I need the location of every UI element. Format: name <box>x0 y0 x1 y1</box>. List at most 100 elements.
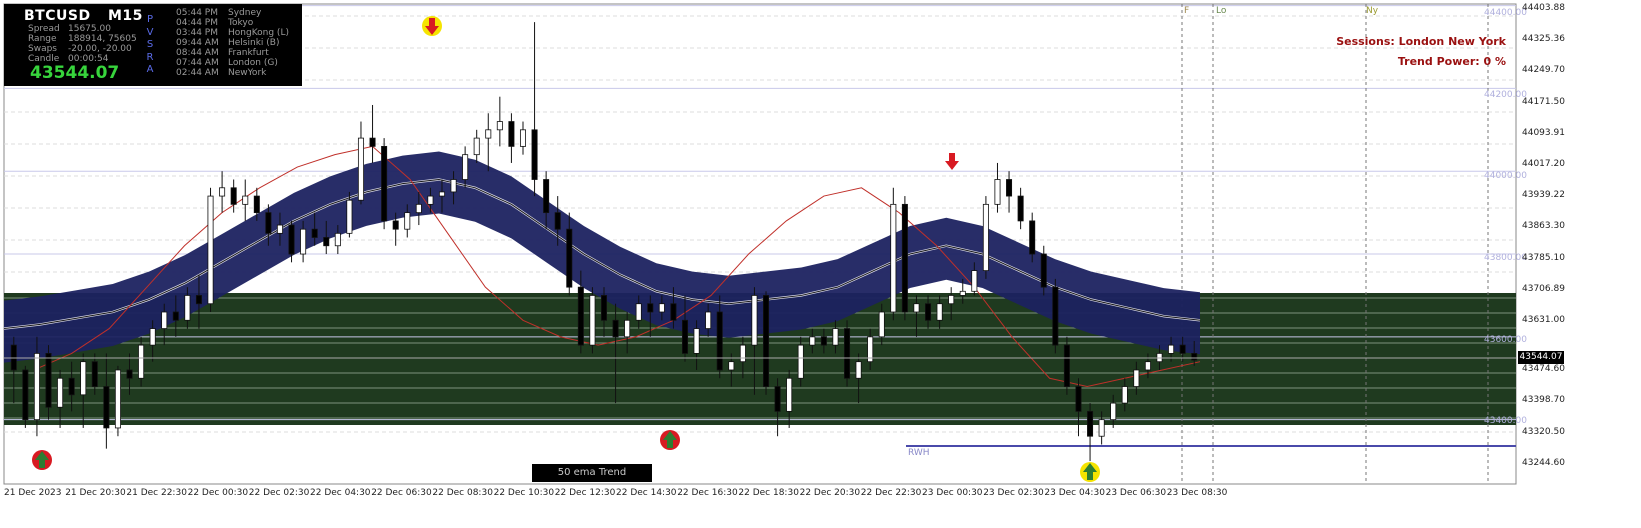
candle-body <box>138 344 145 379</box>
spec-row: Range 188914, 75605 <box>28 34 137 44</box>
symbol-name: BTCUSD <box>24 8 91 24</box>
candle-body <box>1017 195 1024 222</box>
info-panel: BTCUSD M15 Spread 15675.00 Range 188914, 7… <box>4 4 302 86</box>
session-name: Sydney <box>228 8 262 18</box>
session-time: 07:44 AM <box>176 58 219 68</box>
time-axis-label: 22 Dec 22:30 <box>860 488 922 498</box>
candle-body <box>207 195 214 305</box>
time-axis-label: 22 Dec 18:30 <box>738 488 799 498</box>
sessions-status-text: Sessions: London New York <box>1336 35 1506 48</box>
spec-value: 188914, 75605 <box>68 34 137 44</box>
price-axis-label: 43785.10 <box>1522 252 1565 263</box>
price-axis-label: 43863.30 <box>1522 221 1565 232</box>
time-axis-label: 22 Dec 14:30 <box>616 488 677 498</box>
candle-body <box>496 121 503 131</box>
level-label: 43800.00 <box>1484 253 1527 263</box>
level-label: 44400.00 <box>1484 8 1527 18</box>
big-price-readout: 43544.07 <box>30 63 120 83</box>
price-axis-label: 44403.88 <box>1522 3 1565 13</box>
candle-body <box>485 129 492 139</box>
candle-body <box>670 303 677 321</box>
trend-power-text: Trend Power: 0 % <box>1397 55 1506 68</box>
candle-body <box>22 369 29 421</box>
session-name: Frankfurt <box>228 48 269 58</box>
candle-body <box>57 377 64 408</box>
candle-body <box>844 328 851 379</box>
time-axis-label: 21 Dec 22:30 <box>126 488 187 498</box>
candle-body <box>276 224 283 234</box>
time-axis-label: 22 Dec 20:30 <box>799 488 861 498</box>
time-axis-label: 22 Dec 08:30 <box>432 488 493 498</box>
session-time: 04:44 PM <box>176 18 218 28</box>
session-name: Helsinki (B) <box>228 38 280 48</box>
session-name: HongKong (L) <box>228 28 289 38</box>
spec-value: 15675.00 <box>68 24 111 34</box>
candle-body <box>635 303 642 321</box>
session-row: 09:44 AM Helsinki (B) <box>176 38 279 48</box>
candle-body <box>936 303 943 321</box>
current-price-tag: 43544.07 <box>1518 351 1564 364</box>
candle-body <box>68 377 75 396</box>
time-axis-label: 22 Dec 02:30 <box>248 488 310 498</box>
pvsra-letter: P <box>146 14 154 25</box>
pvsra-letter: V <box>146 26 154 38</box>
candle-body <box>774 386 781 412</box>
candle-body <box>114 369 121 429</box>
candle-body <box>809 336 816 346</box>
time-axis-label: 23 Dec 04:30 <box>1044 488 1105 498</box>
candle-body <box>357 137 364 201</box>
candle-body <box>878 311 885 338</box>
candle-body <box>1098 419 1105 437</box>
session-time: 09:44 AM <box>176 38 219 48</box>
price-axis-label: 43398.70 <box>1522 395 1565 406</box>
candle-body <box>427 195 434 205</box>
price-axis-label: 44017.20 <box>1522 159 1565 169</box>
time-axis-label: 21 Dec 2023 <box>4 488 62 498</box>
pvsra-letter: A <box>146 64 154 75</box>
time-axis-label: 23 Dec 00:30 <box>922 488 983 498</box>
candle-body <box>184 295 191 321</box>
level-label: 44200.00 <box>1484 90 1527 100</box>
time-axis-label: 22 Dec 12:30 <box>554 488 616 498</box>
session-row: 04:44 PM Tokyo <box>176 18 253 28</box>
candle-body <box>1040 253 1047 288</box>
candle-body <box>45 353 52 408</box>
spec-row: Swaps -20.00, -20.00 <box>28 44 132 54</box>
candle-body <box>415 203 422 214</box>
session-time: 02:44 AM <box>176 68 219 78</box>
candle-body <box>971 270 978 292</box>
level-label: 44000.00 <box>1484 171 1527 181</box>
candle-body <box>230 187 237 205</box>
candle-body <box>948 295 955 305</box>
candle-body <box>473 137 480 156</box>
candle-body <box>149 328 156 346</box>
session-time: 03:44 PM <box>176 28 218 38</box>
candle-body <box>763 295 770 387</box>
session-row: 07:44 AM London (G) <box>176 58 278 68</box>
candle-body <box>1075 386 1082 412</box>
candle-body <box>91 361 98 387</box>
ema-trend-label[interactable]: 50 ema Trend <box>532 464 652 482</box>
level-label: 43600.00 <box>1484 335 1527 345</box>
candle-body <box>172 311 179 321</box>
candle-body <box>126 369 133 379</box>
spec-row: Spread 15675.00 <box>28 24 111 34</box>
chart-window[interactable]: BTCUSD M15 Spread 15675.00 Range 188914, 7… <box>0 0 1641 528</box>
candle-body <box>462 154 469 180</box>
candle-body <box>1168 344 1175 354</box>
spec-key: Swaps <box>28 44 57 54</box>
candle-body <box>647 303 654 313</box>
candle-body <box>589 295 596 346</box>
candle-body <box>554 212 561 230</box>
candle-body <box>288 224 295 255</box>
session-name: NewYork <box>228 68 267 78</box>
candle-body <box>612 319 619 338</box>
price-axis-label: 44171.50 <box>1522 96 1565 107</box>
candle-body <box>300 228 307 255</box>
candle-body <box>716 311 723 371</box>
session-marker-ny: Ny <box>1366 6 1379 16</box>
price-axis-label: 44249.70 <box>1522 65 1565 76</box>
candle-body <box>982 203 989 271</box>
pvsra-letter: S <box>146 39 154 50</box>
candle-body <box>392 220 399 230</box>
